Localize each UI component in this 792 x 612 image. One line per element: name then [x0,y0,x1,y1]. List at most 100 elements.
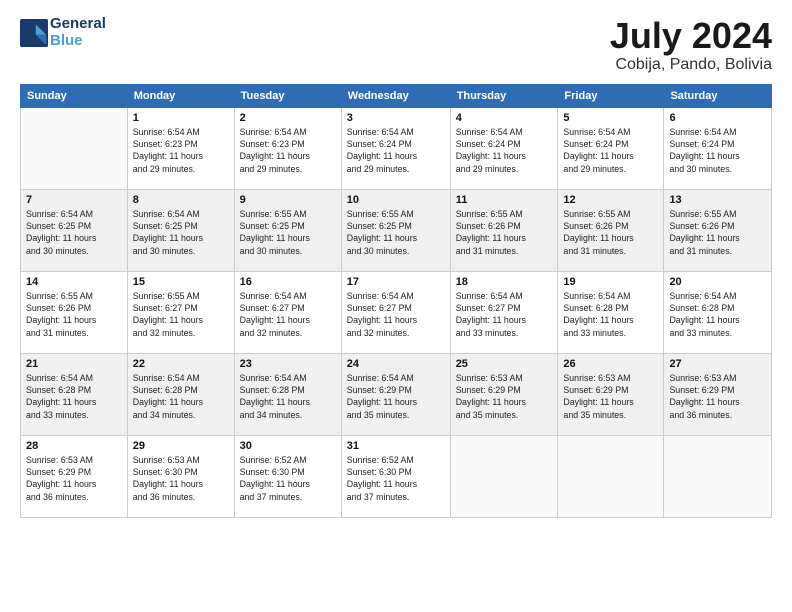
col-tuesday: Tuesday [234,84,341,107]
table-row: 24 Sunrise: 6:54 AM Sunset: 6:29 PM Dayli… [341,353,450,435]
table-row: 20 Sunrise: 6:54 AM Sunset: 6:28 PM Dayli… [664,271,772,353]
table-row: 14 Sunrise: 6:55 AM Sunset: 6:26 PM Dayli… [21,271,128,353]
table-row: 23 Sunrise: 6:54 AM Sunset: 6:28 PM Dayli… [234,353,341,435]
day-number: 22 [133,358,229,370]
day-number: 13 [669,194,766,206]
day-info: Sunrise: 6:54 AM Sunset: 6:28 PM Dayligh… [669,290,766,339]
calendar-table: Sunday Monday Tuesday Wednesday Thursday… [20,84,772,518]
table-row: 11Sunrise: 6:55 AM Sunset: 6:26 PM Dayli… [450,189,558,271]
day-info: Sunrise: 6:54 AM Sunset: 6:29 PM Dayligh… [347,372,445,421]
table-row: 29 Sunrise: 6:53 AM Sunset: 6:30 PM Dayli… [127,435,234,517]
day-number: 4 [456,112,553,124]
day-number: 14 [26,276,122,288]
day-number: 6 [669,112,766,124]
day-info: Sunrise: 6:53 AM Sunset: 6:29 PM Dayligh… [563,372,658,421]
day-info: Sunrise: 6:54 AM Sunset: 6:25 PM Dayligh… [26,208,122,257]
table-row [450,435,558,517]
col-monday: Monday [127,84,234,107]
table-row [21,107,128,189]
col-saturday: Saturday [664,84,772,107]
header: General Blue July 2024 Cobija, Pando, Bo… [20,16,772,74]
day-number: 8 [133,194,229,206]
page: General Blue July 2024 Cobija, Pando, Bo… [0,0,792,612]
day-info: Sunrise: 6:54 AM Sunset: 6:28 PM Dayligh… [133,372,229,421]
day-info: Sunrise: 6:52 AM Sunset: 6:30 PM Dayligh… [240,454,336,503]
col-wednesday: Wednesday [341,84,450,107]
day-info: Sunrise: 6:54 AM Sunset: 6:25 PM Dayligh… [133,208,229,257]
table-row [664,435,772,517]
day-number: 27 [669,358,766,370]
day-number: 30 [240,440,336,452]
calendar-week-row: 7 Sunrise: 6:54 AM Sunset: 6:25 PM Daylig… [21,189,772,271]
table-row: 3Sunrise: 6:54 AM Sunset: 6:24 PM Daylig… [341,107,450,189]
calendar-week-row: 14 Sunrise: 6:55 AM Sunset: 6:26 PM Dayli… [21,271,772,353]
day-number: 24 [347,358,445,370]
day-number: 29 [133,440,229,452]
day-number: 18 [456,276,553,288]
title-block: July 2024 Cobija, Pando, Bolivia [610,16,772,74]
day-info: Sunrise: 6:55 AM Sunset: 6:27 PM Dayligh… [133,290,229,339]
month-title: July 2024 [610,16,772,56]
day-number: 28 [26,440,122,452]
day-number: 19 [563,276,658,288]
table-row: 28 Sunrise: 6:53 AM Sunset: 6:29 PM Dayli… [21,435,128,517]
table-row: 7 Sunrise: 6:54 AM Sunset: 6:25 PM Daylig… [21,189,128,271]
day-number: 20 [669,276,766,288]
day-number: 23 [240,358,336,370]
day-number: 15 [133,276,229,288]
col-thursday: Thursday [450,84,558,107]
logo: General Blue [20,16,106,49]
day-info: Sunrise: 6:55 AM Sunset: 6:26 PM Dayligh… [563,208,658,257]
day-number: 12 [563,194,658,206]
day-info: Sunrise: 6:54 AM Sunset: 6:24 PM Dayligh… [563,126,658,175]
day-info: Sunrise: 6:53 AM Sunset: 6:29 PM Dayligh… [669,372,766,421]
table-row: 13 Sunrise: 6:55 AM Sunset: 6:26 PM Dayli… [664,189,772,271]
calendar-week-row: 1 Sunrise: 6:54 AM Sunset: 6:23 PM Daylig… [21,107,772,189]
table-row: 15 Sunrise: 6:55 AM Sunset: 6:27 PM Dayli… [127,271,234,353]
col-friday: Friday [558,84,664,107]
day-info: Sunrise: 6:54 AM Sunset: 6:27 PM Dayligh… [240,290,336,339]
calendar-week-row: 21Sunrise: 6:54 AM Sunset: 6:28 PM Dayli… [21,353,772,435]
day-info: Sunrise: 6:54 AM Sunset: 6:23 PM Dayligh… [240,126,336,175]
day-info: Sunrise: 6:55 AM Sunset: 6:26 PM Dayligh… [26,290,122,339]
day-number: 9 [240,194,336,206]
calendar-header-row: Sunday Monday Tuesday Wednesday Thursday… [21,84,772,107]
day-info: Sunrise: 6:55 AM Sunset: 6:26 PM Dayligh… [669,208,766,257]
day-number: 17 [347,276,445,288]
day-info: Sunrise: 6:54 AM Sunset: 6:28 PM Dayligh… [240,372,336,421]
table-row: 10Sunrise: 6:55 AM Sunset: 6:25 PM Dayli… [341,189,450,271]
table-row: 22 Sunrise: 6:54 AM Sunset: 6:28 PM Dayli… [127,353,234,435]
table-row: 18 Sunrise: 6:54 AM Sunset: 6:27 PM Dayli… [450,271,558,353]
day-number: 11 [456,194,553,206]
day-info: Sunrise: 6:55 AM Sunset: 6:25 PM Dayligh… [240,208,336,257]
day-info: Sunrise: 6:54 AM Sunset: 6:28 PM Dayligh… [563,290,658,339]
day-number: 7 [26,194,122,206]
col-sunday: Sunday [21,84,128,107]
table-row: 26Sunrise: 6:53 AM Sunset: 6:29 PM Dayli… [558,353,664,435]
day-info: Sunrise: 6:54 AM Sunset: 6:27 PM Dayligh… [347,290,445,339]
table-row: 25 Sunrise: 6:53 AM Sunset: 6:29 PM Dayli… [450,353,558,435]
table-row: 30 Sunrise: 6:52 AM Sunset: 6:30 PM Dayli… [234,435,341,517]
table-row [558,435,664,517]
table-row: 31 Sunrise: 6:52 AM Sunset: 6:30 PM Dayli… [341,435,450,517]
table-row: 2Sunrise: 6:54 AM Sunset: 6:23 PM Daylig… [234,107,341,189]
table-row: 16Sunrise: 6:54 AM Sunset: 6:27 PM Dayli… [234,271,341,353]
table-row: 6 Sunrise: 6:54 AM Sunset: 6:24 PM Daylig… [664,107,772,189]
table-row: 1 Sunrise: 6:54 AM Sunset: 6:23 PM Daylig… [127,107,234,189]
day-info: Sunrise: 6:54 AM Sunset: 6:28 PM Dayligh… [26,372,122,421]
table-row: 4Sunrise: 6:54 AM Sunset: 6:24 PM Daylig… [450,107,558,189]
day-info: Sunrise: 6:54 AM Sunset: 6:23 PM Dayligh… [133,126,229,175]
day-info: Sunrise: 6:53 AM Sunset: 6:29 PM Dayligh… [26,454,122,503]
day-number: 31 [347,440,445,452]
day-info: Sunrise: 6:54 AM Sunset: 6:24 PM Dayligh… [669,126,766,175]
day-info: Sunrise: 6:54 AM Sunset: 6:27 PM Dayligh… [456,290,553,339]
table-row: 27 Sunrise: 6:53 AM Sunset: 6:29 PM Dayli… [664,353,772,435]
day-number: 1 [133,112,229,124]
day-info: Sunrise: 6:55 AM Sunset: 6:25 PM Dayligh… [347,208,445,257]
day-info: Sunrise: 6:53 AM Sunset: 6:30 PM Dayligh… [133,454,229,503]
table-row: 19 Sunrise: 6:54 AM Sunset: 6:28 PM Dayli… [558,271,664,353]
day-number: 25 [456,358,553,370]
day-info: Sunrise: 6:53 AM Sunset: 6:29 PM Dayligh… [456,372,553,421]
day-info: Sunrise: 6:52 AM Sunset: 6:30 PM Dayligh… [347,454,445,503]
calendar-week-row: 28 Sunrise: 6:53 AM Sunset: 6:29 PM Dayli… [21,435,772,517]
